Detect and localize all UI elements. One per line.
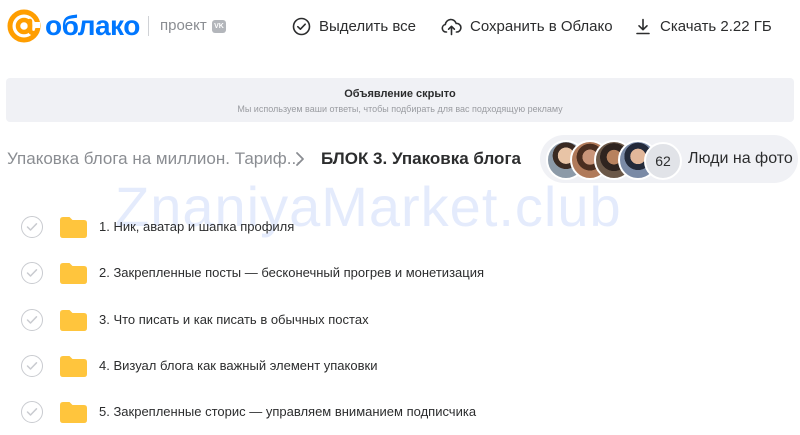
folder-icon: [60, 310, 87, 331]
save-to-cloud-button[interactable]: Сохранить в Облако: [441, 15, 613, 37]
folder-row[interactable]: 2. Закрепленные посты — бесконечный прог…: [0, 250, 800, 296]
folder-name: 4. Визуал блога как важный элемент упако…: [99, 358, 378, 373]
folder-icon: [60, 356, 87, 377]
folder-icon: [60, 402, 87, 423]
folder-row[interactable]: 1. Ник, аватар и шапка профиля: [0, 204, 800, 250]
download-icon: [636, 18, 650, 34]
row-checkbox[interactable]: [21, 262, 43, 284]
ad-subtitle: Мы используем ваши ответы, чтобы подбира…: [237, 104, 563, 114]
folder-row[interactable]: 3. Что писать и как писать в обычных пос…: [0, 297, 800, 343]
folder-name: 2. Закрепленные посты — бесконечный прог…: [99, 265, 485, 280]
project-label: проект: [160, 17, 207, 34]
ad-banner: Объявление скрыто Мы используем ваши отв…: [6, 78, 794, 122]
select-all-label: Выделить все: [319, 17, 417, 35]
breadcrumb-parent-link[interactable]: Упаковка блога на миллион. Тариф...: [7, 148, 301, 170]
download-button[interactable]: Скачать 2.22 ГБ: [634, 15, 772, 37]
save-to-cloud-label: Сохранить в Облако: [470, 17, 613, 35]
check-icon: [26, 316, 38, 324]
row-checkbox[interactable]: [21, 309, 43, 331]
check-icon: [26, 223, 38, 231]
cloud-upload-icon: [441, 18, 462, 35]
folder-name: 1. Ник, аватар и шапка профиля: [99, 219, 295, 234]
folder-name: 5. Закрепленные сторис — управляем внима…: [99, 404, 477, 419]
check-circle-icon: [292, 17, 311, 35]
ad-title: Объявление скрыто: [344, 88, 456, 100]
folder-icon: [60, 217, 87, 238]
header-divider: [148, 16, 149, 36]
folder-row[interactable]: 4. Визуал блога как важный элемент упако…: [0, 343, 800, 389]
vk-badge-icon: VK: [212, 20, 226, 33]
check-icon: [26, 362, 38, 370]
folder-row[interactable]: 5. Закрепленные сторис — управляем внима…: [0, 389, 800, 435]
folder-name: 3. Что писать и как писать в обычных пос…: [99, 312, 369, 327]
cloud-logo[interactable]: облако: [6, 8, 140, 44]
current-folder-title: БЛОК 3. Упаковка блога: [321, 149, 521, 168]
check-icon: [26, 408, 38, 416]
row-checkbox[interactable]: [21, 355, 43, 377]
check-icon: [26, 269, 38, 277]
row-checkbox[interactable]: [21, 401, 43, 423]
people-count: 62: [644, 142, 682, 180]
people-label: Люди на фото: [688, 150, 793, 167]
at-sign-logo-icon: [7, 9, 41, 43]
chevron-right-icon: [296, 152, 304, 166]
top-bar: облако проект VK Выделить все Сохранить …: [0, 0, 800, 52]
row-checkbox[interactable]: [21, 216, 43, 238]
download-label: Скачать 2.22 ГБ: [660, 17, 772, 35]
brand-name: облако: [45, 10, 140, 41]
folder-icon: [60, 263, 87, 284]
select-all-button[interactable]: Выделить все: [292, 15, 416, 37]
